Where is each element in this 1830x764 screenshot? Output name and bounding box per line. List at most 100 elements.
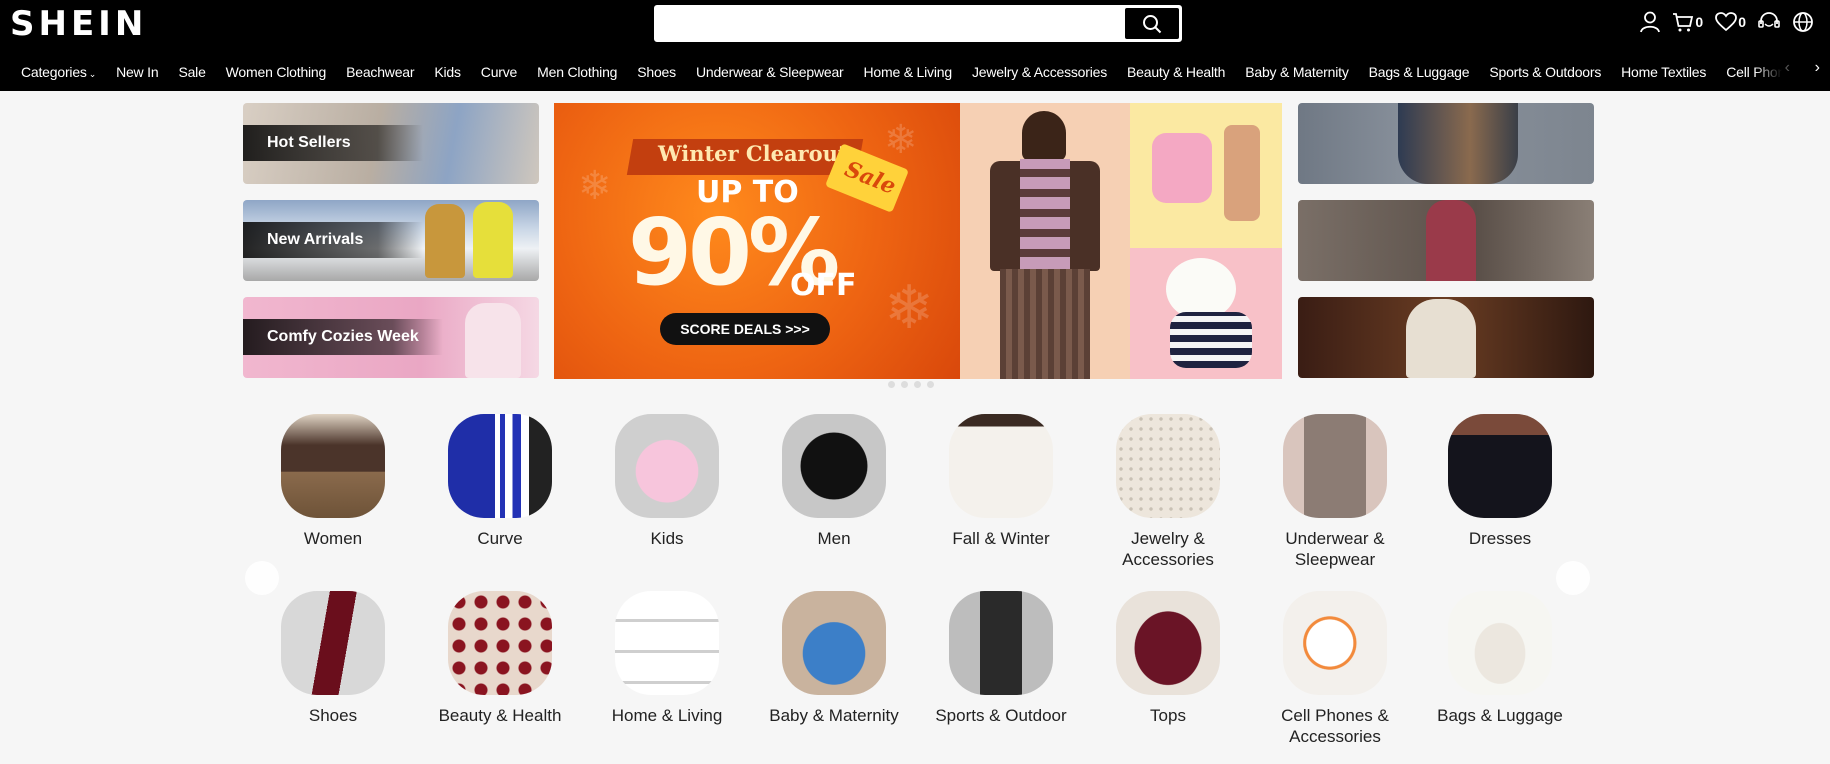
category-shoes[interactable]: Shoes — [258, 591, 408, 726]
model-figure — [425, 204, 465, 278]
category-bags-luggage[interactable]: Bags & Luggage — [1425, 591, 1575, 726]
cart-icon — [1673, 13, 1694, 32]
category-label: Women — [303, 529, 363, 548]
carousel-dots — [888, 381, 934, 388]
promo-tile-label: Hot Sellers — [243, 125, 423, 161]
support-icon — [1758, 12, 1780, 28]
category-thumbnail — [1116, 414, 1220, 518]
category-baby-maternity[interactable]: Baby & Maternity — [759, 591, 909, 726]
category-label: Underwear & Sleepwear — [1285, 529, 1385, 569]
nav-item[interactable]: Kids — [434, 64, 461, 80]
category-men[interactable]: Men — [759, 414, 909, 549]
search-input[interactable] — [664, 13, 1124, 35]
serum-product — [1224, 125, 1260, 221]
nav-item[interactable]: Beachwear — [346, 64, 414, 80]
user-icon — [1640, 11, 1661, 33]
category-label: Men — [817, 529, 851, 548]
category-underwear-sleepwear[interactable]: Underwear & Sleepwear — [1260, 414, 1410, 570]
category-sports-outdoor[interactable]: Sports & Outdoor — [926, 591, 1076, 726]
promo-tile-comfy-cozies[interactable]: Comfy Cozies Week — [243, 297, 539, 378]
chevron-down-icon: ⌄ — [88, 69, 97, 79]
category-thumbnail — [1448, 414, 1552, 518]
banner-product-panel — [1130, 103, 1282, 248]
earbuds-product — [1152, 133, 1212, 203]
shein-logo[interactable]: SHEIN — [10, 4, 147, 44]
support-button[interactable] — [1758, 10, 1780, 34]
nav-item[interactable]: Baby & Maternity — [1245, 64, 1349, 80]
snowflake-icon: ❄ — [884, 118, 918, 162]
category-thumbnail — [281, 414, 385, 518]
model-figure — [465, 303, 521, 378]
category-beauty-health[interactable]: Beauty & Health — [425, 591, 575, 726]
category-cell-phones-accessories[interactable]: Cell Phones & Accessories — [1260, 591, 1410, 747]
account-button[interactable] — [1640, 10, 1661, 34]
nav-item[interactable]: Women Clothing — [226, 64, 327, 80]
category-thumbnail — [448, 591, 552, 695]
nav-item[interactable]: Jewelry & Accessories — [972, 64, 1107, 80]
category-tops[interactable]: Tops — [1093, 591, 1243, 726]
hero-banner[interactable]: ❄ ❄ ❄ Winter Clearout Sale UP TO 90% OFF… — [554, 103, 1282, 379]
promo-tile-label: New Arrivals — [243, 222, 423, 258]
carousel-dot[interactable] — [927, 381, 934, 388]
category-thumbnail — [782, 414, 886, 518]
category-nav: Categories ⌄ New In Sale Women Clothing B… — [0, 60, 1795, 84]
nav-categories[interactable]: Categories ⌄ — [21, 64, 96, 80]
model-figure — [1406, 299, 1476, 378]
carousel-dot[interactable] — [888, 381, 895, 388]
model-figure — [1398, 103, 1518, 184]
category-label: Fall & Winter — [952, 529, 1050, 548]
nav-item[interactable]: Underwear & Sleepwear — [696, 64, 844, 80]
category-prev-button[interactable] — [245, 561, 279, 595]
banner-pet-panel — [1130, 248, 1282, 379]
category-thumbnail — [949, 414, 1053, 518]
category-thumbnail — [615, 591, 719, 695]
nav-item[interactable]: Curve — [481, 64, 518, 80]
header-icons: 0 0 — [1640, 10, 1814, 34]
promo-tile-right-3[interactable] — [1298, 297, 1594, 378]
category-fall-winter[interactable]: Fall & Winter — [926, 414, 1076, 549]
nav-item[interactable]: Sports & Outdoors — [1489, 64, 1601, 80]
promo-tile-hot-sellers[interactable]: Hot Sellers — [243, 103, 539, 184]
score-deals-button[interactable]: SCORE DEALS >>> — [660, 313, 830, 345]
nav-item[interactable]: Sale — [178, 64, 205, 80]
category-label: Curve — [477, 529, 523, 548]
nav-item[interactable]: Home & Living — [864, 64, 953, 80]
nav-next-arrow-icon[interactable]: › — [1815, 59, 1820, 77]
wishlist-button[interactable]: 0 — [1715, 10, 1746, 34]
category-label: Bags & Luggage — [1437, 706, 1563, 725]
category-dresses[interactable]: Dresses — [1425, 414, 1575, 549]
nav-item[interactable]: Shoes — [637, 64, 676, 80]
cart-button[interactable]: 0 — [1672, 10, 1703, 34]
category-home-living[interactable]: Home & Living — [592, 591, 742, 726]
carousel-dot[interactable] — [914, 381, 921, 388]
promo-tile-right-1[interactable] — [1298, 103, 1594, 184]
nav-prev-arrow-icon[interactable]: ‹ — [1785, 59, 1790, 77]
category-jewelry-accessories[interactable]: Jewelry & Accessories — [1093, 414, 1243, 570]
cart-count: 0 — [1695, 14, 1704, 30]
search-button[interactable] — [1125, 8, 1179, 39]
promo-tile-right-2[interactable] — [1298, 200, 1594, 281]
nav-item[interactable]: Men Clothing — [537, 64, 617, 80]
nav-item[interactable]: Beauty & Health — [1127, 64, 1225, 80]
carousel-dot[interactable] — [901, 381, 908, 388]
nav-item[interactable]: Bags & Luggage — [1369, 64, 1470, 80]
category-thumbnail — [615, 414, 719, 518]
category-thumbnail — [1283, 414, 1387, 518]
category-thumbnail — [1448, 591, 1552, 695]
category-curve[interactable]: Curve — [425, 414, 575, 549]
category-thumbnail — [448, 414, 552, 518]
promo-tile-new-arrivals[interactable]: New Arrivals — [243, 200, 539, 281]
category-women[interactable]: Women — [258, 414, 408, 549]
globe-icon — [1793, 12, 1813, 32]
snowflake-icon: ❄ — [884, 274, 935, 341]
category-thumbnail — [1116, 591, 1220, 695]
snowflake-icon: ❄ — [578, 164, 612, 208]
category-thumbnail — [782, 591, 886, 695]
banner-off: OFF — [790, 268, 857, 303]
category-kids[interactable]: Kids — [592, 414, 742, 549]
search-icon — [1143, 14, 1162, 33]
nav-item[interactable]: New In — [116, 64, 159, 80]
language-button[interactable] — [1792, 10, 1814, 34]
category-next-button[interactable] — [1556, 561, 1590, 595]
nav-item[interactable]: Home Textiles — [1621, 64, 1706, 80]
